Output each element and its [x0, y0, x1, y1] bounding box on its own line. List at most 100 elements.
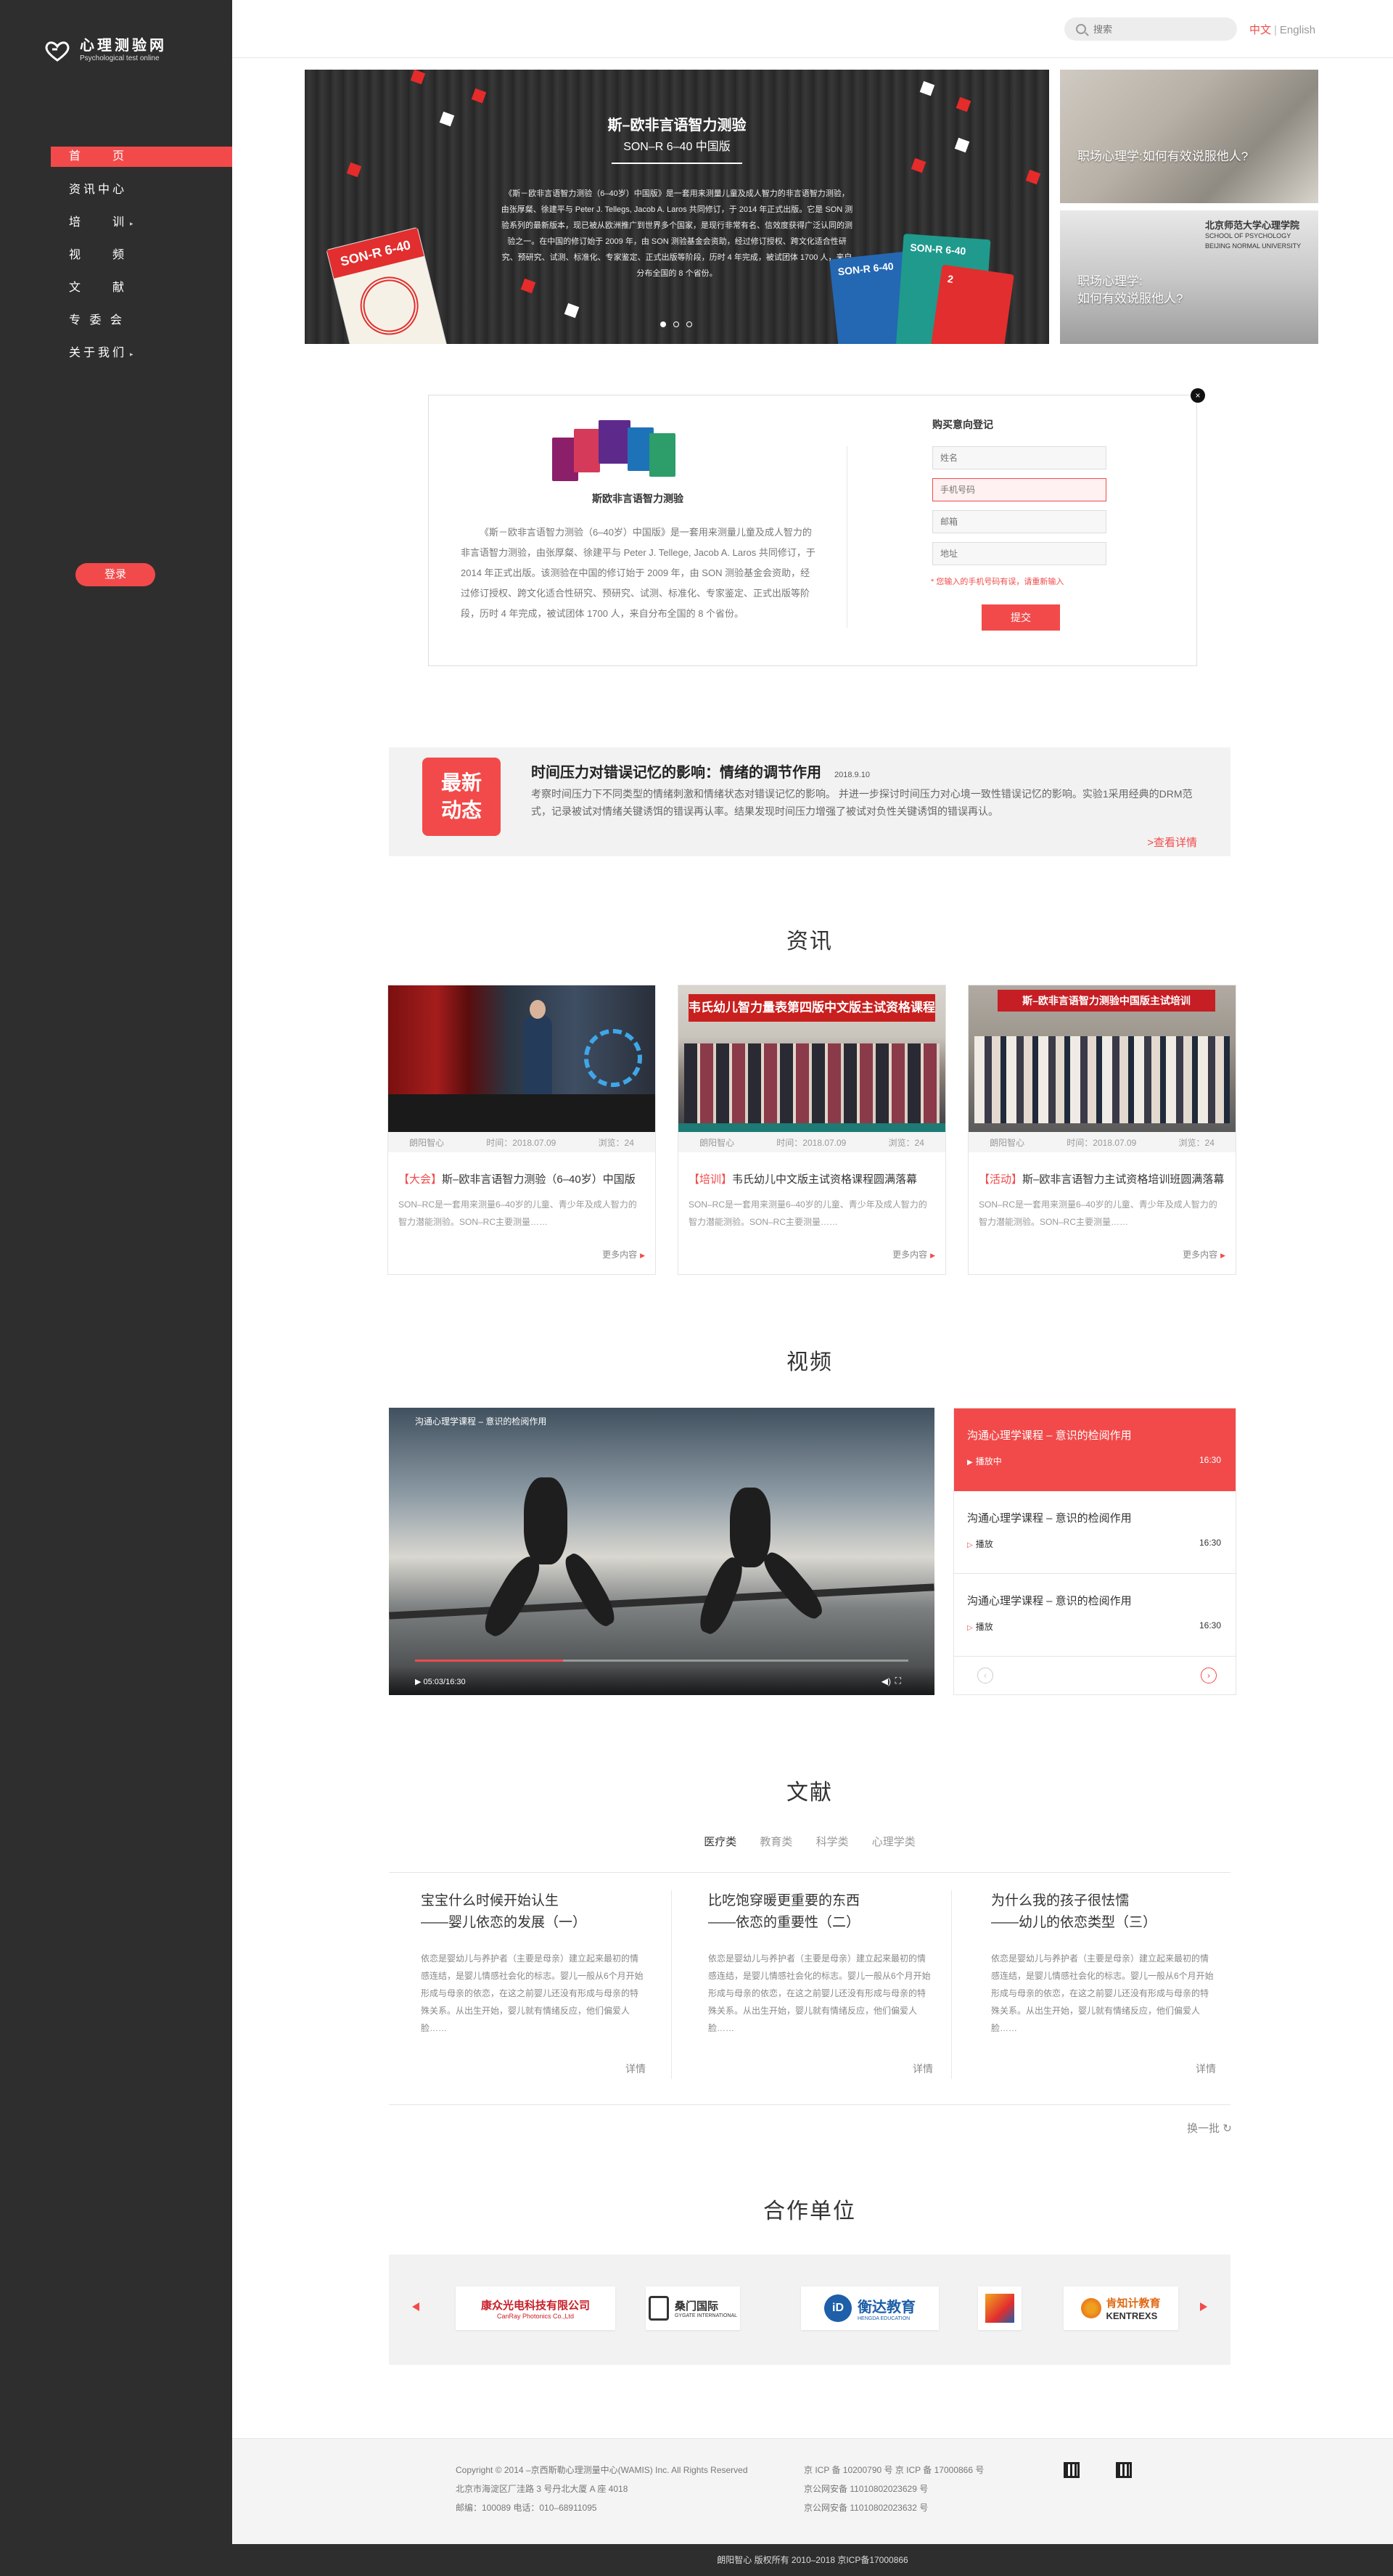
partner-logo[interactable]: 桑门国际 GYGATE INTERNATIONAL: [646, 2286, 740, 2330]
nav-item-video[interactable]: 视 频: [0, 245, 232, 277]
nav-item-committee[interactable]: 专 委 会: [0, 310, 232, 342]
search-box[interactable]: [1064, 17, 1237, 41]
book-title: SON-R 6-40: [909, 241, 966, 258]
phone-field[interactable]: [932, 478, 1106, 501]
more-link[interactable]: 更多内容 ▶: [892, 1248, 935, 1260]
login-button[interactable]: 登录: [75, 563, 155, 586]
triangle-right-icon: ▶: [930, 1252, 935, 1259]
next-page-icon[interactable]: ›: [1201, 1668, 1217, 1683]
news-card[interactable]: 朗阳智心 时间：2018.07.09 浏览：24 【大会】斯–欧非言语智力测验（…: [387, 985, 656, 1275]
footer-line: Copyright © 2014 –京西斯勒心理测量中心(WAMIS) Inc.…: [456, 2465, 748, 2475]
tab-education[interactable]: 教育类: [760, 1836, 792, 1848]
playlist-status: ▷ 播放: [967, 1620, 993, 1633]
partner-logo[interactable]: iD 衡达教育 HENGDA EDUCATION: [801, 2286, 939, 2330]
view-details-link[interactable]: >查看详情: [1147, 834, 1197, 850]
side-feature-card[interactable]: 职场心理学:如何有效说服他人?: [1060, 70, 1318, 203]
search-input[interactable]: [1093, 22, 1224, 36]
nav-item-literature[interactable]: 文 献: [0, 277, 232, 310]
news-desc: SON–RC是一套用来测量6–40岁的儿童、青少年及成人智力的智力潜能测验。SO…: [398, 1199, 637, 1227]
partner-logo[interactable]: 肯知计教育 KENTREXS: [1064, 2286, 1178, 2330]
lang-english-link[interactable]: English: [1280, 24, 1315, 36]
address-field[interactable]: [932, 542, 1106, 565]
more-link[interactable]: 更多内容 ▶: [1183, 1248, 1225, 1260]
nav-label: 关于我们: [69, 347, 128, 359]
news-photo: 韦氏幼儿智力量表第四版中文版主试资格课程: [678, 985, 945, 1132]
news-meta: 朗阳智心 时间：2018.07.09 浏览：24: [969, 1132, 1236, 1152]
name-field[interactable]: [932, 446, 1106, 469]
tab-psychology[interactable]: 心理学类: [872, 1836, 916, 1848]
title-line: 宝宝什么时候开始认生: [421, 1893, 559, 1908]
news-views: 浏览：24: [888, 1137, 924, 1148]
book-cover: 2: [930, 264, 1014, 344]
news-card[interactable]: 斯–欧非言语智力测验中国版主试培训 朗阳智心 时间：2018.07.09 浏览：…: [968, 985, 1236, 1275]
email-field[interactable]: [932, 510, 1106, 533]
nav-item-about[interactable]: 关于我们 ▸: [0, 342, 232, 375]
close-icon[interactable]: ×: [1191, 388, 1205, 403]
playlist-item[interactable]: 沟通心理学课程 – 意识的检阅作用 ▷ 播放 16:30: [954, 1574, 1236, 1657]
prev-page-icon[interactable]: ‹: [977, 1668, 993, 1683]
side-card-caption: 职场心理学:如何有效说服他人?: [1077, 149, 1249, 163]
sidebar: 心理测验网 Psychological test online 首 页 资讯中心…: [0, 0, 232, 2576]
playlist-item[interactable]: 沟通心理学课程 – 意识的检阅作用 ▶ 播放中 16:30: [954, 1408, 1236, 1491]
literature-desc: 依恋是婴幼儿与养护者（主要是母亲）建立起来最初的情感连结，是婴儿情感社会化的标志…: [421, 1953, 644, 2033]
hero-subtitle: SON–R 6–40 中国版: [623, 141, 731, 153]
nav-item-home[interactable]: 首 页: [51, 147, 232, 167]
qr-code-icon[interactable]: [1116, 2462, 1132, 2478]
partner-logo[interactable]: 康众光电科技有限公司 CanRay Photonics Co.,Ltd: [456, 2286, 615, 2330]
news-card[interactable]: 韦氏幼儿智力量表第四版中文版主试资格课程 朗阳智心 时间：2018.07.09 …: [678, 985, 946, 1275]
news-views: 浏览：24: [598, 1137, 634, 1148]
playlist-item[interactable]: 沟通心理学课程 – 意识的检阅作用 ▷ 播放 16:30: [954, 1491, 1236, 1574]
literature-item[interactable]: 为什么我的孩子很怯懦 ——幼儿的依恋类型（三） 依恋是婴幼儿与养护者（主要是母亲）…: [991, 1890, 1216, 2075]
banner-text: 斯–欧非言语智力测验中国版主试培训: [998, 990, 1215, 1012]
side-feature-card[interactable]: 北京师范大学心理学院 SCHOOL OF PSYCHOLOGY BEIJING …: [1060, 210, 1318, 344]
latest-title[interactable]: 时间压力对错误记忆的影响：情绪的调节作用 2018.9.10: [531, 760, 870, 782]
literature-item[interactable]: 比吃饱穿暖更重要的东西 ——依恋的重要性（二） 依恋是婴幼儿与养护者（主要是母亲）…: [708, 1890, 933, 2075]
arrow-right-icon[interactable]: [1200, 2302, 1207, 2311]
product-box: [574, 429, 600, 472]
tab-medical[interactable]: 医疗类: [704, 1836, 736, 1848]
hero-carousel[interactable]: 斯–欧非言语智力测验 SON–R 6–40 中国版 《斯－欧非言语智力测验（6–…: [305, 70, 1049, 344]
product-image: [552, 416, 675, 481]
hero-divider: [612, 163, 742, 164]
video-playlist: 沟通心理学课程 – 意识的检阅作用 ▶ 播放中 16:30 沟通心理学课程 – 意…: [953, 1408, 1236, 1695]
nav-item-news-center[interactable]: 资讯中心: [0, 179, 232, 212]
lang-separator: |: [1274, 24, 1277, 36]
divider: [671, 1890, 672, 2079]
tab-science[interactable]: 科学类: [816, 1836, 849, 1848]
details-link[interactable]: 详情: [913, 2062, 933, 2076]
play-icon[interactable]: ▶: [415, 1678, 424, 1686]
more-link[interactable]: 更多内容 ▶: [602, 1248, 645, 1260]
search-icon[interactable]: [1076, 24, 1086, 34]
video-player[interactable]: 沟通心理学课程 – 意识的检阅作用 ▶ 05:03/16:30 ◀) ⛶: [389, 1408, 934, 1695]
arrow-left-icon[interactable]: [412, 2302, 419, 2311]
footer-line: 北京市海淀区厂洼路 3 号丹北大厦 A 座 4018: [456, 2484, 628, 2494]
nav-item-training[interactable]: 培 训 ▸: [0, 212, 232, 245]
carousel-dot[interactable]: [673, 321, 679, 327]
partner-logo[interactable]: [978, 2286, 1022, 2330]
sun-icon: [1081, 2298, 1102, 2318]
fullscreen-icon[interactable]: ⛶: [895, 1675, 901, 1686]
badge-line: 最新: [440, 771, 482, 794]
lang-chinese-link[interactable]: 中文: [1249, 24, 1271, 36]
carousel-dot[interactable]: [686, 321, 692, 327]
partner-name: 康众光电科技有限公司: [480, 2299, 590, 2312]
details-link[interactable]: 详情: [625, 2062, 646, 2076]
details-link[interactable]: 详情: [1196, 2062, 1216, 2076]
carousel-dots: [660, 321, 692, 327]
carousel-dot[interactable]: [660, 321, 666, 327]
submit-button[interactable]: 提交: [982, 604, 1060, 631]
badge-line: 动态: [440, 799, 482, 821]
literature-item[interactable]: 宝宝什么时候开始认生 ——婴儿依恋的发展（一） 依恋是婴幼儿与养护者（主要是母亲）…: [421, 1890, 646, 2075]
refresh-batch-button[interactable]: 换一批 ↻: [1187, 2120, 1232, 2136]
speaker-head: [530, 1000, 546, 1019]
decor-cube: [956, 97, 971, 112]
title-line: 比吃饱穿暖更重要的东西: [708, 1893, 860, 1908]
volume-icon[interactable]: ◀): [882, 1676, 891, 1686]
logo[interactable]: 心理测验网 Psychological test online: [44, 38, 167, 64]
video-progress-bar[interactable]: [415, 1660, 908, 1662]
footer-line: 邮编：100089 电话：010–68911095: [456, 2503, 597, 2513]
qr-code-icon[interactable]: [1064, 2462, 1080, 2478]
decor-cube: [346, 162, 362, 178]
news-source: 朗阳智心: [409, 1137, 445, 1148]
player-controls: [389, 1666, 934, 1695]
